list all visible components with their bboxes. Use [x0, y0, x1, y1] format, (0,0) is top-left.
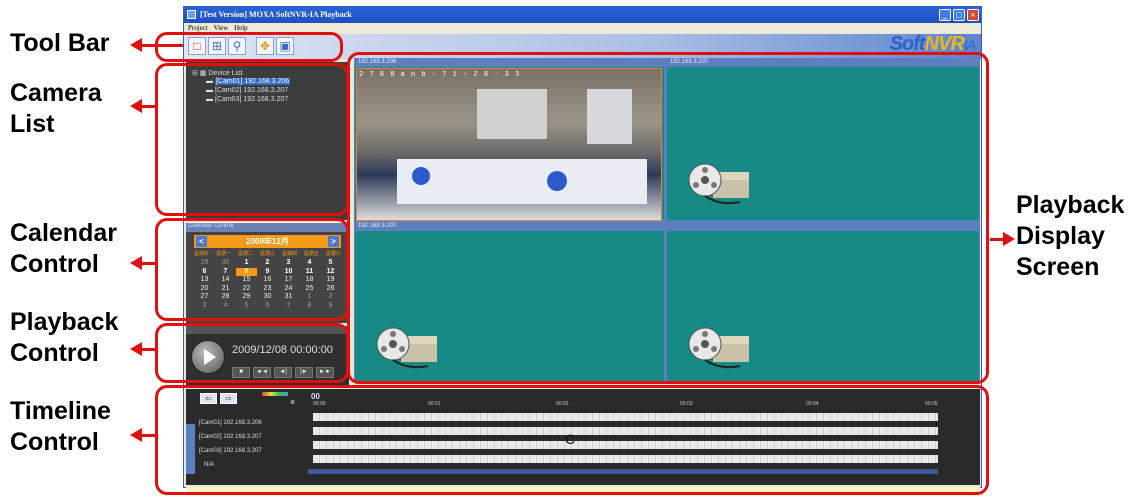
arrowhead-camera-list [130, 99, 142, 113]
arrow-playback-display [990, 238, 1004, 241]
label-playback-control: Playback Control [10, 308, 119, 367]
menu-help[interactable]: Help [234, 24, 248, 32]
label-playback-display-screen: Playback Display Screen [1016, 191, 1125, 281]
highlight-tool-bar [155, 32, 343, 62]
arrowhead-playback-display [1003, 232, 1015, 246]
timeline-marker-label: C [565, 431, 576, 447]
arrowhead-timeline-control [130, 428, 142, 442]
arrowhead-calendar-control [130, 256, 142, 270]
highlight-playback-display [347, 52, 989, 384]
highlight-calendar-control [155, 218, 349, 321]
label-calendar-control: Calendar Control [10, 219, 117, 278]
minimize-button[interactable]: _ [939, 9, 951, 21]
arrowhead-tool-bar [130, 38, 142, 52]
menu-view[interactable]: View [214, 24, 229, 32]
arrowhead-playback-control [130, 342, 142, 356]
window-title: [Test Version] MOXA SoftNVR-IA Playback [200, 10, 352, 19]
highlight-playback-control [155, 323, 349, 383]
close-button[interactable]: × [967, 9, 979, 21]
menu-project[interactable]: Project [188, 24, 208, 32]
maximize-button[interactable]: □ [953, 9, 965, 21]
label-camera-list: Camera List [10, 79, 102, 138]
highlight-camera-list [155, 63, 349, 216]
title-bar[interactable]: [Test Version] MOXA SoftNVR-IA Playback … [184, 7, 981, 23]
app-icon [187, 10, 196, 19]
label-timeline-control: Timeline Control [10, 397, 111, 456]
label-tool-bar: Tool Bar [10, 29, 110, 57]
